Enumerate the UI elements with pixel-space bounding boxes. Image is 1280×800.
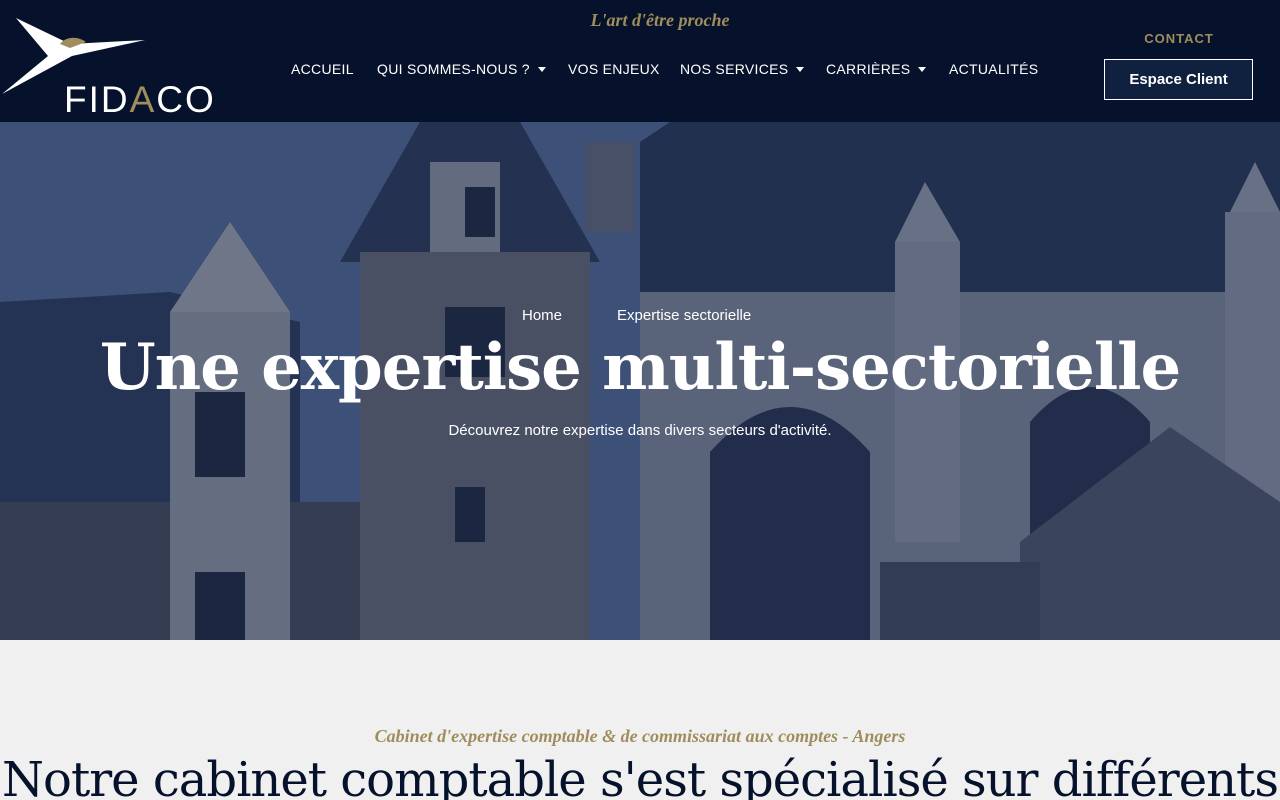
nav-item-vos-enjeux[interactable]: VOS ENJEUX xyxy=(568,58,660,80)
hero-banner: Home Expertise sectorielle Une expertise… xyxy=(0,122,1280,640)
nav-item-nos-services[interactable]: NOS SERVICES xyxy=(680,58,805,80)
nav-item-qui-sommes-nous[interactable]: QUI SOMMES-NOUS ? xyxy=(377,58,546,80)
nav-label: NOS SERVICES xyxy=(680,61,789,77)
breadcrumb-home-link[interactable]: Home xyxy=(522,307,562,324)
intro-section: Cabinet d'expertise comptable & de commi… xyxy=(0,640,1280,800)
page-subtitle: Découvrez notre expertise dans divers se… xyxy=(448,422,832,439)
section-kicker: Cabinet d'expertise comptable & de commi… xyxy=(374,726,906,746)
tagline: L'art d'être proche xyxy=(590,10,730,30)
logo-wordmark: FIDACO xyxy=(64,79,216,120)
nav-label: VOS ENJEUX xyxy=(568,61,660,77)
nav-item-actualites[interactable]: ACTUALITÉS xyxy=(949,58,1038,80)
caret-down-icon xyxy=(918,66,927,72)
site-header: FIDACO L'art d'être proche ACCUEIL QUI S… xyxy=(0,0,1280,122)
nav-label: ACTUALITÉS xyxy=(949,61,1039,77)
caret-down-icon xyxy=(537,66,546,72)
fidaco-logo[interactable]: FIDACO xyxy=(0,16,225,120)
nav-label: ACCUEIL xyxy=(291,61,354,77)
nav-item-accueil[interactable]: ACCUEIL xyxy=(291,58,354,80)
section-title: Notre cabinet comptable s'est spécialisé… xyxy=(2,752,1279,800)
nav-label: CARRIÈRES xyxy=(826,61,911,77)
espace-client-button[interactable]: Espace Client xyxy=(1104,59,1253,100)
nav-label: QUI SOMMES-NOUS ? xyxy=(377,61,530,77)
breadcrumb: Home Expertise sectorielle xyxy=(0,307,1280,327)
nav-item-carrieres[interactable]: CARRIÈRES xyxy=(826,58,927,80)
breadcrumb-current: Expertise sectorielle xyxy=(617,307,752,324)
contact-link[interactable]: CONTACT xyxy=(1138,31,1220,46)
page-title: Une expertise multi-sectorielle xyxy=(99,330,1181,405)
caret-down-icon xyxy=(796,66,805,72)
